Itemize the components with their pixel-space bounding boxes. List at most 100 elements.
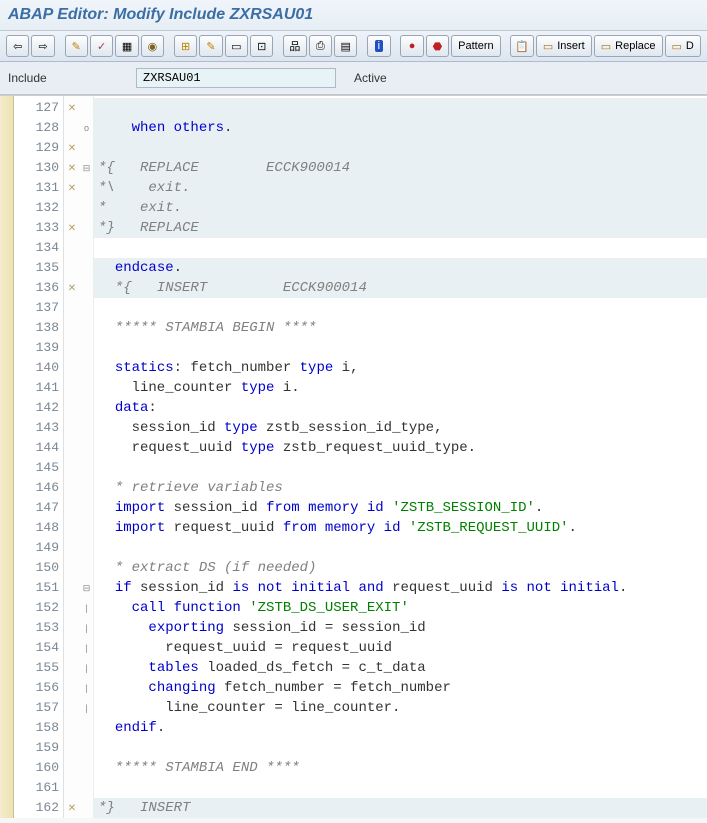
info-button[interactable]: i [367, 35, 390, 57]
fold-marker: | [80, 658, 93, 678]
tool2-button[interactable]: ✎ [199, 35, 222, 57]
code-line[interactable]: line_counter = line_counter. [94, 698, 707, 718]
code-line[interactable]: when others. [94, 118, 707, 138]
marker [64, 198, 80, 218]
where-used-button[interactable]: ◉ [141, 35, 164, 57]
line-number: 127 [14, 98, 63, 118]
code-line[interactable]: call function 'ZSTB_DS_USER_EXIT' [94, 598, 707, 618]
tool1-button[interactable]: ⊞ [174, 35, 197, 57]
fold-marker [80, 738, 93, 758]
tool4-button[interactable]: ⊡ [250, 35, 273, 57]
line-number: 157 [14, 698, 63, 718]
marker [64, 118, 80, 138]
marker [64, 418, 80, 438]
breakpoint-button[interactable]: ● [400, 35, 423, 57]
code-line[interactable] [94, 138, 707, 158]
line-number: 146 [14, 478, 63, 498]
code-line[interactable]: statics: fetch_number type i, [94, 358, 707, 378]
code-line[interactable]: import request_uuid from memory id 'ZSTB… [94, 518, 707, 538]
code-line[interactable]: line_counter type i. [94, 378, 707, 398]
forward-button[interactable]: ⇨ [31, 35, 54, 57]
test-icon: ▦ [122, 40, 132, 53]
code-line[interactable]: endif. [94, 718, 707, 738]
hierarchy-button[interactable]: 品 [283, 35, 306, 57]
line-number: 128 [14, 118, 63, 138]
marker: ✕ [64, 218, 80, 238]
replace-button[interactable]: ▭Replace [594, 35, 663, 57]
fold-marker[interactable]: ⊟ [80, 578, 93, 598]
status-text: Active [344, 71, 387, 85]
marker [64, 538, 80, 558]
fold-marker [80, 178, 93, 198]
check-button[interactable]: ✎ [65, 35, 88, 57]
code-line[interactable]: * retrieve variables [94, 478, 707, 498]
test-button[interactable]: ▦ [115, 35, 138, 57]
code-line[interactable]: *} REPLACE [94, 218, 707, 238]
code-line[interactable]: data: [94, 398, 707, 418]
line-number: 149 [14, 538, 63, 558]
fold-marker[interactable]: ⊟ [80, 158, 93, 178]
code-line[interactable] [94, 238, 707, 258]
code-line[interactable] [94, 538, 707, 558]
line-number: 135 [14, 258, 63, 278]
code-line[interactable]: request_uuid type zstb_request_uuid_type… [94, 438, 707, 458]
code-line[interactable]: ***** STAMBIA END **** [94, 758, 707, 778]
code-line[interactable]: ***** STAMBIA BEGIN **** [94, 318, 707, 338]
stop-button[interactable]: ⬣ [426, 35, 449, 57]
code-line[interactable] [94, 738, 707, 758]
include-value[interactable]: ZXRSAU01 [136, 68, 336, 88]
fold-marker: | [80, 678, 93, 698]
marker: ✕ [64, 138, 80, 158]
fold-marker [80, 718, 93, 738]
code-line[interactable] [94, 298, 707, 318]
code-line[interactable]: import session_id from memory id 'ZSTB_S… [94, 498, 707, 518]
print-button[interactable]: ⎙ [309, 35, 332, 57]
vertical-strip [0, 96, 14, 818]
delete-button[interactable]: ▭D [665, 35, 701, 57]
marker [64, 758, 80, 778]
marker [64, 258, 80, 278]
tool3-button[interactable]: ▭ [225, 35, 248, 57]
fold-marker [80, 498, 93, 518]
pattern-button[interactable]: Pattern [451, 35, 500, 57]
code-line[interactable]: *{ REPLACE ECCK900014 [94, 158, 707, 178]
code-line[interactable]: exporting session_id = session_id [94, 618, 707, 638]
code-line[interactable]: tables loaded_ds_fetch = c_t_data [94, 658, 707, 678]
code-line[interactable]: *} INSERT [94, 798, 707, 818]
fold-marker: | [80, 698, 93, 718]
code-line[interactable]: request_uuid = request_uuid [94, 638, 707, 658]
code-area[interactable]: when others. *{ REPLACE ECCK900014*\ exi… [94, 96, 707, 818]
fold-marker [80, 298, 93, 318]
code-line[interactable] [94, 338, 707, 358]
layout-button[interactable]: ▤ [334, 35, 357, 57]
code-line[interactable] [94, 98, 707, 118]
fold-marker [80, 798, 93, 818]
marker [64, 338, 80, 358]
code-line[interactable]: session_id type zstb_session_id_type, [94, 418, 707, 438]
code-editor[interactable]: 1271281291301311321331341351361371381391… [0, 95, 707, 818]
fold-marker: | [80, 618, 93, 638]
fold-marker [80, 358, 93, 378]
code-line[interactable]: *\ exit. [94, 178, 707, 198]
line-number: 144 [14, 438, 63, 458]
marker [64, 558, 80, 578]
activate-button[interactable]: ✓ [90, 35, 113, 57]
insert-button[interactable]: ▭Insert [536, 35, 592, 57]
fold-marker [80, 318, 93, 338]
back-button[interactable]: ⇦ [6, 35, 29, 57]
delete-icon: ▭ [672, 40, 682, 53]
code-line[interactable]: endcase. [94, 258, 707, 278]
toolbar: ⇦ ⇨ ✎ ✓ ▦ ◉ ⊞ ✎ ▭ ⊡ 品 ⎙ ▤ i ● ⬣ Pattern … [0, 31, 707, 62]
code-line[interactable] [94, 778, 707, 798]
code-line[interactable]: changing fetch_number = fetch_number [94, 678, 707, 698]
line-number: 141 [14, 378, 63, 398]
clipboard-button[interactable]: 📋 [510, 35, 533, 57]
marker [64, 618, 80, 638]
marker [64, 698, 80, 718]
code-line[interactable]: if session_id is not initial and request… [94, 578, 707, 598]
marker [64, 298, 80, 318]
code-line[interactable]: * exit. [94, 198, 707, 218]
code-line[interactable]: *{ INSERT ECCK900014 [94, 278, 707, 298]
code-line[interactable] [94, 458, 707, 478]
code-line[interactable]: * extract DS (if needed) [94, 558, 707, 578]
